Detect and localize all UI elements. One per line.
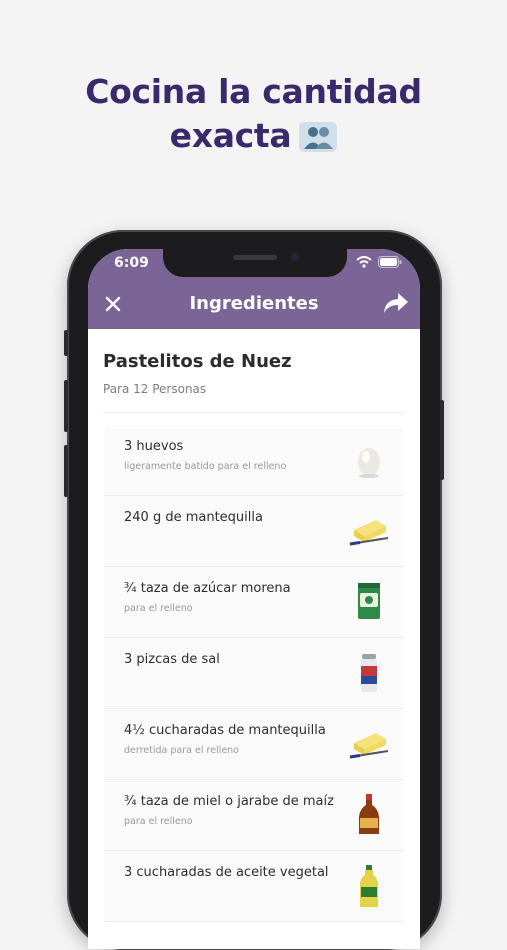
header-title: Ingredientes bbox=[189, 293, 319, 314]
oil-bottle-icon bbox=[360, 865, 378, 907]
wifi-icon bbox=[356, 256, 372, 268]
headline-line-2: exacta bbox=[169, 116, 292, 155]
ingredient-row[interactable]: 240 g de mantequilla bbox=[104, 496, 404, 567]
divider bbox=[103, 412, 405, 413]
battery-icon bbox=[378, 256, 402, 268]
ingredient-row[interactable]: 3 pizcas de sal bbox=[104, 638, 404, 709]
ingredient-name: 3 pizcas de sal bbox=[124, 652, 220, 667]
volume-up-button bbox=[64, 380, 68, 432]
egg-icon bbox=[358, 448, 380, 478]
share-icon[interactable] bbox=[382, 291, 410, 315]
headline-line-1: Cocina la cantidad bbox=[85, 72, 422, 111]
ingredient-row[interactable]: ¾ taza de miel o jarabe de maíz para el … bbox=[104, 780, 404, 851]
butter-icon bbox=[349, 733, 389, 759]
ingredient-row[interactable]: 3 huevos ligeramente batido para el rell… bbox=[104, 425, 404, 496]
syrup-bottle-icon bbox=[358, 794, 380, 834]
recipe-title: Pastelitos de Nuez bbox=[103, 351, 292, 372]
ingredient-row[interactable]: 4½ cucharadas de mantequilla derretida p… bbox=[104, 709, 404, 780]
speaker-grille bbox=[233, 255, 277, 260]
status-icons bbox=[356, 256, 402, 268]
butter-icon bbox=[349, 520, 389, 546]
ingredient-note: para el relleno bbox=[124, 816, 193, 827]
ingredient-note: derretida para el relleno bbox=[124, 745, 239, 756]
mute-switch bbox=[64, 330, 68, 356]
people-icon bbox=[299, 122, 338, 152]
volume-down-button bbox=[64, 445, 68, 497]
servings-label[interactable]: Para 12 Personas bbox=[103, 382, 206, 396]
ingredient-name: 4½ cucharadas de mantequilla bbox=[124, 723, 326, 738]
salt-shaker-icon bbox=[361, 654, 377, 692]
promo-headline: Cocina la cantidad exacta bbox=[0, 70, 507, 158]
ingredient-name: 3 cucharadas de aceite vegetal bbox=[124, 865, 329, 880]
ingredient-row[interactable]: 3 cucharadas de aceite vegetal bbox=[104, 851, 404, 922]
ingredient-note: para el relleno bbox=[124, 603, 193, 614]
app-header: 6:09 Ingredientes bbox=[88, 249, 420, 329]
ingredient-name: ¾ taza de miel o jarabe de maíz bbox=[124, 794, 334, 809]
ingredient-row[interactable]: ¾ taza de azúcar morena para el relleno bbox=[104, 567, 404, 638]
status-time: 6:09 bbox=[114, 255, 149, 271]
front-camera bbox=[291, 253, 299, 261]
sugar-bag-icon bbox=[358, 583, 380, 619]
ingredient-note: ligeramente batido para el relleno bbox=[124, 461, 287, 472]
ingredient-list: 3 huevos ligeramente batido para el rell… bbox=[104, 425, 404, 922]
notch bbox=[163, 249, 347, 277]
phone-screen: 6:09 Ingredientes Pastelitos de Nuez Par… bbox=[88, 249, 420, 949]
ingredient-name: 3 huevos bbox=[124, 439, 184, 454]
ingredient-name: 240 g de mantequilla bbox=[124, 510, 263, 525]
ingredient-name: ¾ taza de azúcar morena bbox=[124, 581, 291, 596]
power-button bbox=[440, 400, 444, 480]
